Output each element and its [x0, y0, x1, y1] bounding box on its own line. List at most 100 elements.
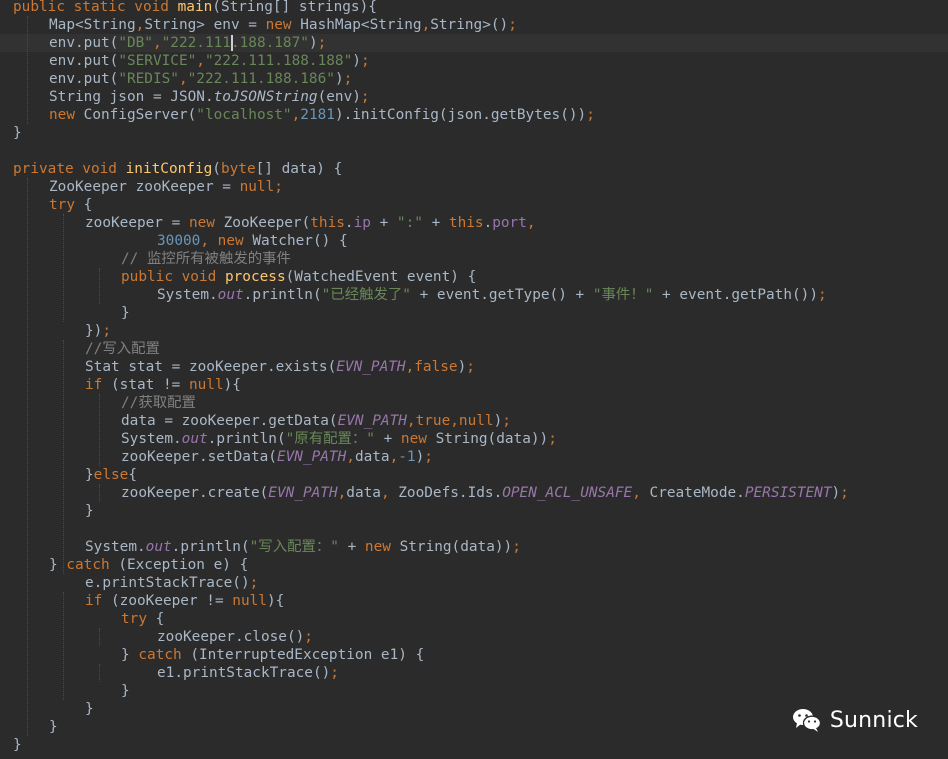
code-line[interactable] [0, 520, 948, 538]
code-text: } [13, 736, 22, 754]
code-text: zooKeeper.setData(EVN_PATH,data,-1); [121, 448, 433, 466]
code-token: new [188, 215, 224, 231]
code-line[interactable]: if (zooKeeper != null){ [0, 592, 948, 610]
code-line[interactable]: env.put("SERVICE","222.111.188.188"); [0, 52, 948, 70]
code-line[interactable]: env.put("REDIS","222.111.188.186"); [0, 70, 948, 88]
code-line[interactable]: System.out.println("原有配置：" + new String(… [0, 430, 948, 448]
code-token: try [121, 611, 156, 627]
code-token: data = zooKeeper.getData( [121, 413, 338, 429]
code-token: zooKeeper.setData( [121, 449, 277, 465]
code-line[interactable]: System.out.println("已经触发了" + event.getTy… [0, 286, 948, 304]
code-token: , [196, 53, 205, 69]
code-text: try { [49, 196, 92, 214]
code-token: System. [121, 431, 182, 447]
code-token: e1.printStackTrace() [157, 665, 331, 681]
code-text: } [121, 304, 130, 322]
code-token: . [483, 215, 493, 231]
code-token: byte [220, 161, 256, 177]
code-editor[interactable]: public static void main(String[] strings… [0, 0, 948, 759]
code-token: ; [424, 449, 433, 465]
code-line[interactable]: e.printStackTrace(); [0, 574, 948, 592]
code-text: e.printStackTrace(); [85, 574, 258, 592]
code-token: null [188, 377, 224, 393]
code-line[interactable]: zooKeeper.create(EVN_PATH,data, ZooDefs.… [0, 484, 948, 502]
code-line[interactable]: private void initConfig(byte[] data) { [0, 160, 948, 178]
code-token: data [354, 449, 390, 465]
code-text: System.out.println("已经触发了" + event.getTy… [157, 286, 827, 304]
code-line[interactable]: try { [0, 196, 948, 214]
code-line[interactable]: 30000, new Watcher() { [0, 232, 948, 250]
code-token: 30000 [157, 233, 201, 249]
code-token: ){ [223, 377, 241, 393]
code-line[interactable]: System.out.println("写入配置：" + new String(… [0, 538, 948, 556]
code-text: private void initConfig(byte[] data) { [13, 160, 342, 178]
code-line[interactable]: e1.printStackTrace(); [0, 664, 948, 682]
code-token: if [85, 377, 111, 393]
code-text: zooKeeper.create(EVN_PATH,data, ZooDefs.… [121, 484, 849, 502]
code-token: Watcher() { [252, 233, 348, 249]
code-line[interactable]: Stat stat = zooKeeper.exists(EVN_PATH,fa… [0, 358, 948, 376]
code-text: } catch (Exception e) { [49, 556, 248, 574]
code-line[interactable]: } catch (InterruptedException e1) { [0, 646, 948, 664]
code-token: (Exception e) { [118, 557, 249, 573]
indent-guide [99, 394, 100, 466]
code-text: zooKeeper.close(); [157, 628, 313, 646]
indent-guide [27, 178, 28, 736]
text-caret [230, 35, 233, 51]
code-line-current[interactable]: env.put("DB","222.111.188.187"); [0, 34, 948, 52]
code-line[interactable]: try { [0, 610, 948, 628]
code-token: ; [304, 629, 313, 645]
code-line[interactable]: } [0, 502, 948, 520]
code-line[interactable]: String json = JSON.toJSONString(env); [0, 88, 948, 106]
code-token: port [492, 215, 527, 231]
code-line[interactable]: public static void main(String[] strings… [0, 0, 948, 16]
code-line[interactable]: zooKeeper.setData(EVN_PATH,data,-1); [0, 448, 948, 466]
code-token: ConfigServer( [83, 107, 197, 123]
code-token: ) [415, 449, 425, 465]
wechat-icon [792, 707, 822, 733]
code-line[interactable] [0, 142, 948, 160]
code-line[interactable]: Map<String,String> env = new HashMap<Str… [0, 16, 948, 34]
code-text: if (stat != null){ [85, 376, 241, 394]
code-line[interactable]: } [0, 736, 948, 754]
code-line[interactable]: zooKeeper = new ZooKeeper(this.ip + ":" … [0, 214, 948, 232]
code-token: null [232, 593, 267, 609]
code-text: //写入配置 [85, 340, 160, 358]
code-line[interactable]: new ConfigServer("localhost",2181).initC… [0, 106, 948, 124]
code-line[interactable]: ZooKeeper zooKeeper = null; [0, 178, 948, 196]
code-line[interactable]: } catch (Exception e) { [0, 556, 948, 574]
code-token: EVN_PATH [268, 485, 338, 501]
code-line[interactable]: //获取配置 [0, 394, 948, 412]
code-line[interactable]: public void process(WatchedEvent event) … [0, 268, 948, 286]
code-line[interactable]: }else{ [0, 466, 948, 484]
code-token: + [347, 539, 365, 555]
code-token: data [346, 485, 381, 501]
code-line[interactable]: zooKeeper.close(); [0, 628, 948, 646]
code-text: //获取配置 [121, 394, 196, 412]
indent-guide [63, 214, 64, 322]
code-line[interactable]: // 监控所有被触发的事件 [0, 250, 948, 268]
code-token: "SERVICE" [118, 53, 197, 69]
code-token: if [85, 593, 111, 609]
code-token: ; [360, 53, 370, 69]
code-token: } [13, 737, 22, 753]
code-line[interactable]: } [0, 682, 948, 700]
code-line[interactable]: } [0, 304, 948, 322]
code-token: ZooDefs.Ids. [398, 485, 503, 501]
code-token: "222.111 [161, 35, 231, 51]
code-token: catch [66, 557, 119, 573]
code-token: Map<String [49, 17, 136, 33]
watermark-text: Sunnick [829, 707, 918, 733]
indent-guide [99, 268, 100, 304]
code-line[interactable]: }); [0, 322, 948, 340]
code-token: private void [13, 161, 126, 177]
code-text: String json = JSON.toJSONString(env); [49, 88, 370, 106]
code-token: //获取配置 [121, 395, 196, 411]
code-line[interactable]: //写入配置 [0, 340, 948, 358]
code-token: (InterruptedException e1) { [190, 647, 425, 663]
code-line[interactable]: } [0, 124, 948, 142]
code-line[interactable]: if (stat != null){ [0, 376, 948, 394]
code-token: . [344, 215, 354, 231]
code-token: } [49, 719, 58, 735]
code-line[interactable]: data = zooKeeper.getData(EVN_PATH,true,n… [0, 412, 948, 430]
